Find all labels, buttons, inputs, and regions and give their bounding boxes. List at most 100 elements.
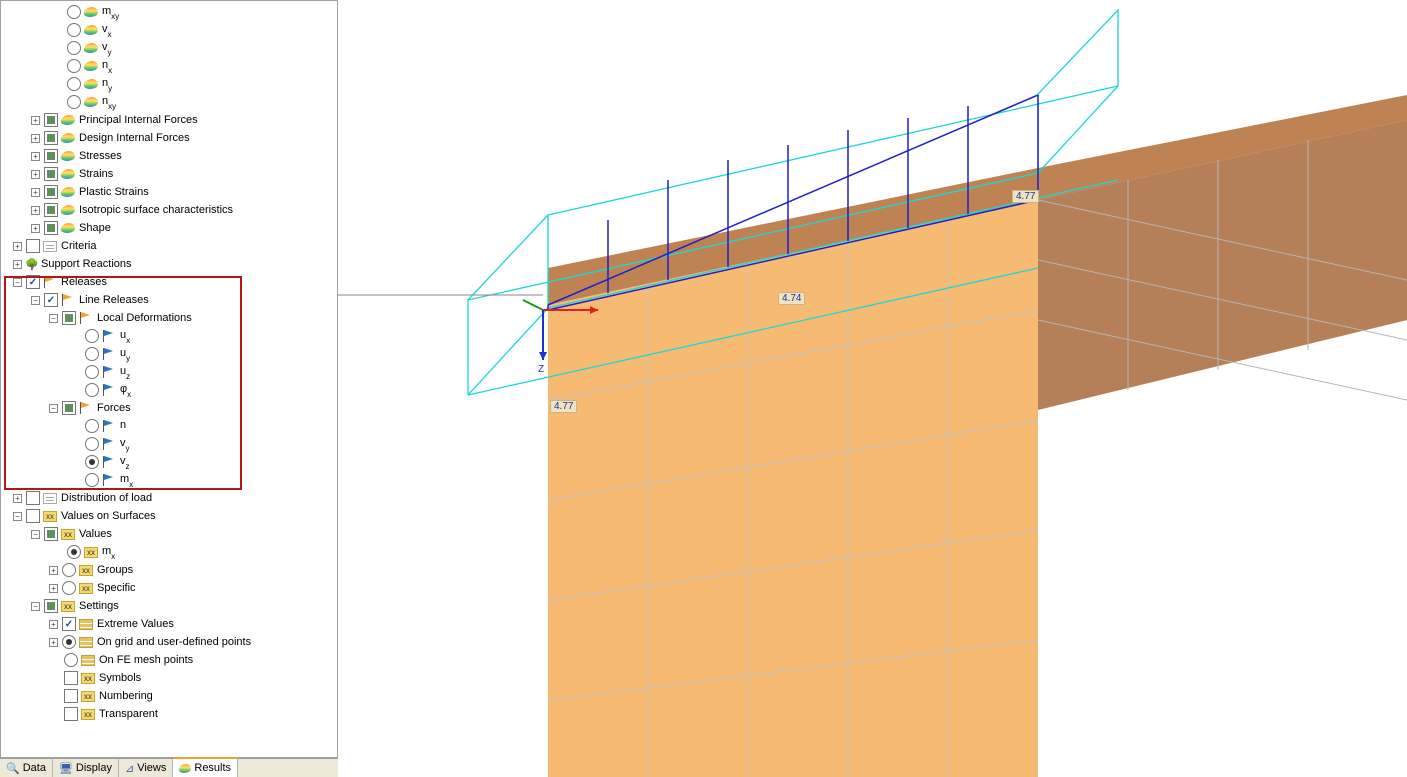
collapse-icon[interactable]: − [49,404,58,413]
radio-icon[interactable] [62,563,76,577]
expand-icon[interactable]: + [31,116,40,125]
checkbox-icon[interactable] [44,185,58,199]
collapse-icon[interactable]: − [31,530,40,539]
expand-icon[interactable]: + [13,494,22,503]
tree-item-local-deformations[interactable]: − Local Deformations [1,309,337,327]
radio-icon[interactable] [67,59,81,73]
radio-icon[interactable] [85,347,99,361]
tree-item-values-surfaces[interactable]: − xx Values on Surfaces [1,507,337,525]
collapse-icon[interactable]: − [31,296,40,305]
tree-item-specific[interactable]: + xx Specific [1,579,337,597]
tab-views[interactable]: ⊿ Views [119,759,173,777]
radio-icon[interactable] [62,581,76,595]
model-viewport[interactable]: Z 4.77 4.74 4.77 [338,0,1407,777]
tab-results[interactable]: Results [173,757,238,777]
checkbox-icon[interactable] [62,311,76,325]
expand-icon[interactable]: + [31,134,40,143]
checkbox-icon[interactable] [64,671,78,685]
expand-icon[interactable]: + [31,206,40,215]
checkbox-icon[interactable] [64,707,78,721]
radio-icon[interactable] [85,473,99,487]
tab-data[interactable]: 🔍 Data [0,759,53,777]
tree-item-settings[interactable]: − xx Settings [1,597,337,615]
expand-icon[interactable]: + [31,224,40,233]
radio-icon[interactable] [85,437,99,451]
tree-item-releases[interactable]: − Releases [1,273,337,291]
checkbox-icon[interactable] [64,689,78,703]
tree-item[interactable]: nxy [1,93,337,111]
checkbox-icon[interactable] [62,401,76,415]
tree-item[interactable]: uz [1,363,337,381]
checkbox-icon[interactable] [44,221,58,235]
expand-icon[interactable]: + [49,566,58,575]
checkbox-icon[interactable] [62,617,76,631]
checkbox-icon[interactable] [44,527,58,541]
checkbox-icon[interactable] [26,509,40,523]
radio-icon[interactable] [67,545,81,559]
tree-item-forces[interactable]: − Forces [1,399,337,417]
tree-item[interactable]: φx [1,381,337,399]
tree-item-principal[interactable]: + Principal Internal Forces [1,111,337,129]
tree-item-ongrid[interactable]: + On grid and user-defined points [1,633,337,651]
tree-item-numbering[interactable]: xx Numbering [1,687,337,705]
expand-icon[interactable]: + [49,638,58,647]
radio-icon[interactable] [85,383,99,397]
expand-icon[interactable]: + [31,152,40,161]
checkbox-icon[interactable] [44,203,58,217]
radio-icon[interactable] [85,329,99,343]
tree-item-support[interactable]: + 🌳 Support Reactions [1,255,337,273]
tree-item-groups[interactable]: + xx Groups [1,561,337,579]
navigator-tree-panel[interactable]: mxy vx vy nx ny [0,0,338,758]
checkbox-icon[interactable] [44,167,58,181]
expand-icon[interactable]: + [49,620,58,629]
tree-item[interactable]: vy [1,435,337,453]
expand-icon[interactable]: + [13,260,22,269]
tree-item-criteria[interactable]: + Criteria [1,237,337,255]
expand-icon[interactable]: + [31,170,40,179]
tree-item-onfe[interactable]: On FE mesh points [1,651,337,669]
expand-icon[interactable]: + [31,188,40,197]
tree-item[interactable]: vy [1,39,337,57]
tree-item-transparent[interactable]: xx Transparent [1,705,337,723]
collapse-icon[interactable]: − [31,602,40,611]
expand-icon[interactable]: + [13,242,22,251]
tree-item-design[interactable]: + Design Internal Forces [1,129,337,147]
tree-item-symbols[interactable]: xx Symbols [1,669,337,687]
tree-item-stresses[interactable]: + Stresses [1,147,337,165]
tree-item-distribution[interactable]: + Distribution of load [1,489,337,507]
checkbox-icon[interactable] [26,491,40,505]
checkbox-icon[interactable] [44,293,58,307]
tab-display[interactable]: 🖥 Display [53,759,119,777]
tree-item[interactable]: mxy [1,3,337,21]
tree-item-mx[interactable]: xx mx [1,543,337,561]
tree-item[interactable]: ux [1,327,337,345]
collapse-icon[interactable]: − [13,278,22,287]
tree-item[interactable]: ny [1,75,337,93]
tree-item-isotropic[interactable]: + Isotropic surface characteristics [1,201,337,219]
radio-icon[interactable] [64,653,78,667]
radio-icon[interactable] [67,77,81,91]
checkbox-icon[interactable] [44,131,58,145]
checkbox-icon[interactable] [44,149,58,163]
checkbox-icon[interactable] [44,113,58,127]
radio-icon[interactable] [85,365,99,379]
expand-icon[interactable]: + [49,584,58,593]
tree-item-plastic[interactable]: + Plastic Strains [1,183,337,201]
tree-item-vz-selected[interactable]: vz [1,453,337,471]
tree-item-values[interactable]: − xx Values [1,525,337,543]
radio-icon[interactable] [67,41,81,55]
radio-icon[interactable] [85,419,99,433]
tree-item-strains[interactable]: + Strains [1,165,337,183]
tree-item[interactable]: nx [1,57,337,75]
tree-item[interactable]: vx [1,21,337,39]
tree-item[interactable]: uy [1,345,337,363]
collapse-icon[interactable]: − [13,512,22,521]
collapse-icon[interactable]: − [49,314,58,323]
radio-icon[interactable] [67,95,81,109]
tree-item-line-releases[interactable]: − Line Releases [1,291,337,309]
tree-item-shape[interactable]: + Shape [1,219,337,237]
checkbox-icon[interactable] [26,275,40,289]
checkbox-icon[interactable] [26,239,40,253]
radio-icon[interactable] [85,455,99,469]
tree-item-extreme[interactable]: + Extreme Values [1,615,337,633]
